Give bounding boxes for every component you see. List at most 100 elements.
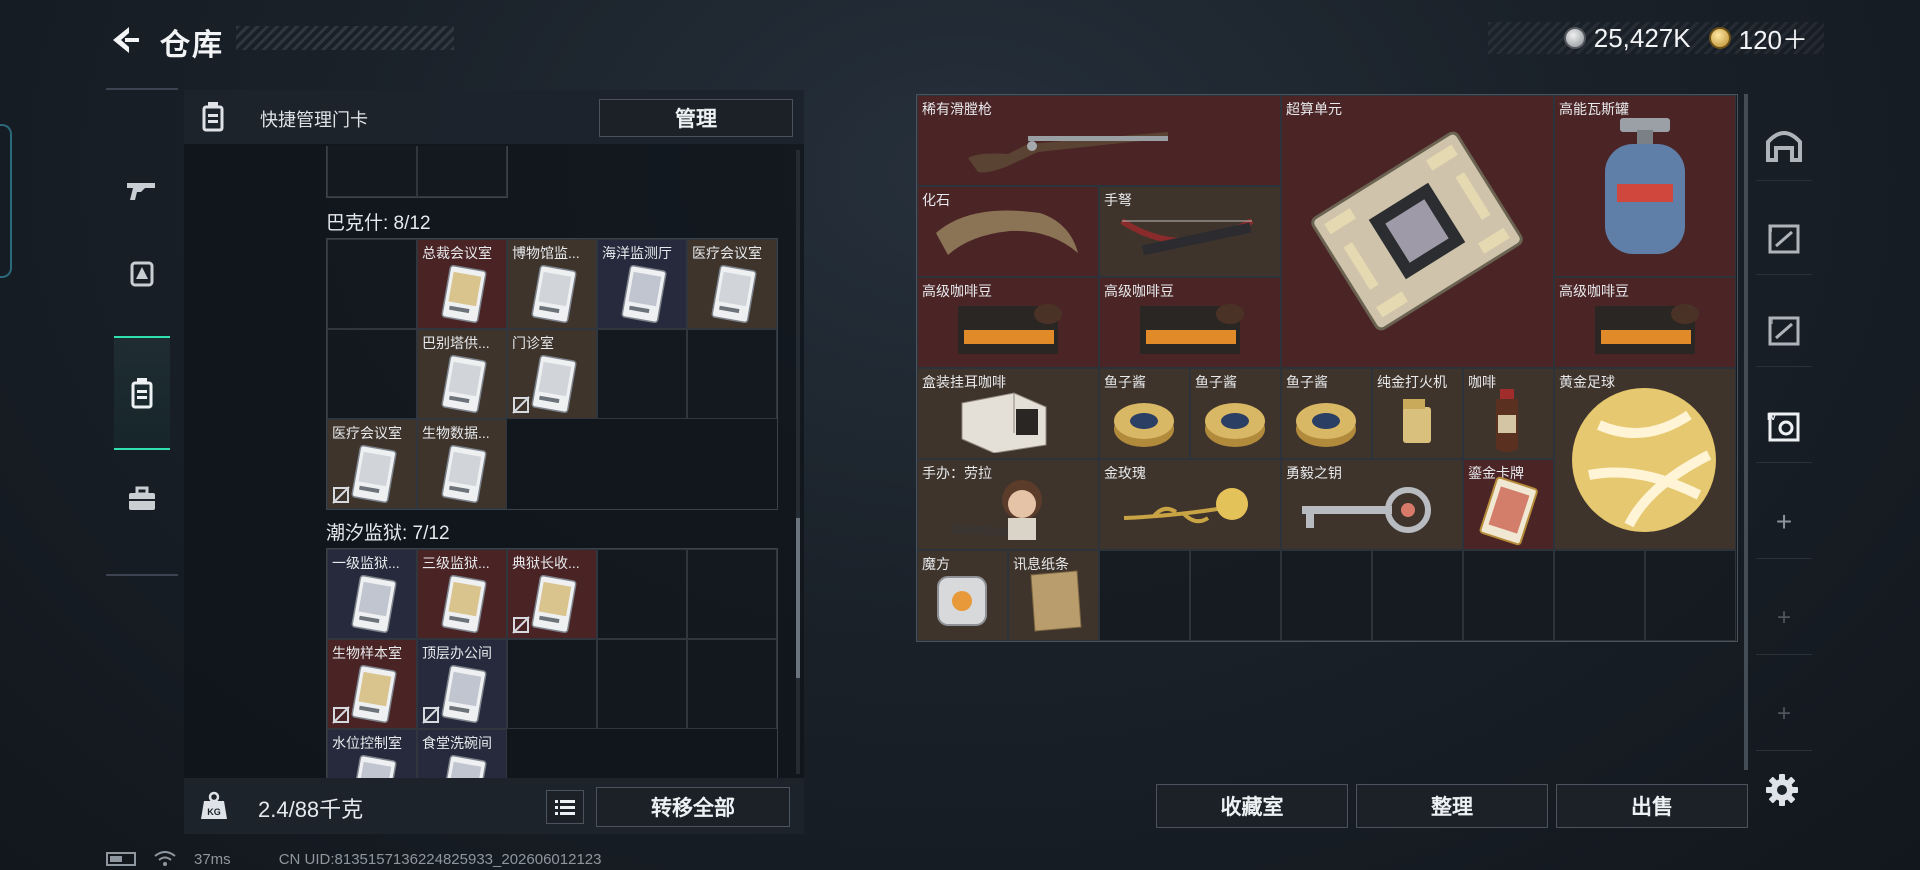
paper-note-icon xyxy=(1030,570,1082,632)
keycard-icon xyxy=(441,574,487,634)
collection-room-button[interactable]: 收藏室 xyxy=(1156,784,1348,828)
keycard-cell[interactable]: 医疗会议室 xyxy=(687,239,777,329)
storage-item[interactable]: 化石 xyxy=(917,186,1099,277)
wifi-icon xyxy=(154,851,176,866)
grid-cell-empty xyxy=(597,549,687,639)
storage-item[interactable]: 金玫瑰 xyxy=(1099,459,1281,550)
keycard-cell[interactable]: 食堂洗碗间 xyxy=(417,729,507,778)
gas-tank-icon xyxy=(1605,118,1685,254)
svg-text:KG: KG xyxy=(207,807,221,817)
keycard-scroll-area[interactable]: 巴克什: 8/12 总裁会议室 博物馆监... 海洋监测厅 医疗会议室 巴别塔供... 门… xyxy=(184,146,804,778)
storage-slot-empty xyxy=(1372,550,1463,641)
coffee-bean-bag-icon xyxy=(1595,304,1699,354)
storage-item[interactable]: 盒装挂耳咖啡 xyxy=(917,368,1099,459)
storage-item[interactable]: 讯息纸条 xyxy=(1008,550,1099,641)
transfer-all-button[interactable]: 转移全部 xyxy=(596,787,790,827)
side-nav-storage-2[interactable]: II xyxy=(1756,294,1812,367)
storage-slot-empty xyxy=(1645,550,1736,641)
keycard-cell[interactable]: 医疗会议室 xyxy=(327,419,417,509)
storage-item[interactable]: 手办：劳拉 xyxy=(917,459,1099,550)
coffee-bean-bag-icon xyxy=(1140,304,1244,354)
group-title-tidal-prison: 潮汐监狱: 7/12 xyxy=(326,523,450,544)
scrollbar-track[interactable] xyxy=(796,150,800,774)
no-transfer-icon xyxy=(422,706,440,724)
storage-item[interactable]: 咖啡 xyxy=(1463,368,1554,459)
storage-item[interactable]: 稀有滑膛枪 xyxy=(917,95,1281,186)
grid-cell-empty xyxy=(507,639,597,729)
storage-item[interactable]: 高能瓦斯罐 xyxy=(1554,95,1736,277)
gear-icon xyxy=(1766,774,1798,806)
grid-cell-empty xyxy=(687,639,777,729)
scrollbar-thumb[interactable] xyxy=(796,518,800,678)
settings-button[interactable] xyxy=(1760,768,1804,812)
side-nav-storage-4[interactable]: IV xyxy=(1756,390,1812,463)
storage-item[interactable]: 高级咖啡豆 xyxy=(1554,277,1736,368)
keycard-panel-header: 快捷管理门卡 管理 xyxy=(184,90,804,144)
storage-item[interactable]: 手弩 xyxy=(1099,186,1281,277)
keycard-cell[interactable]: 巴别塔供... xyxy=(417,329,507,419)
keycard-label: 海洋监测厅 xyxy=(602,245,672,261)
figurine-icon xyxy=(952,480,1042,540)
circuit-board-icon xyxy=(1311,131,1523,331)
keycard-icon xyxy=(441,354,487,414)
group-title-bakesh: 巴克什: 8/12 xyxy=(326,213,431,234)
coffee-bean-bag-icon xyxy=(958,304,1062,354)
cube-icon xyxy=(937,576,987,626)
keycard-cell[interactable]: 典狱长收... xyxy=(507,549,597,639)
keycard-icon xyxy=(351,444,397,504)
storage-item[interactable]: 纯金打火机 xyxy=(1372,368,1463,459)
gold-coin-icon xyxy=(1708,27,1731,49)
storage-2-icon: II xyxy=(1768,316,1800,346)
keycard-cell[interactable]: 生物数据... xyxy=(417,419,507,509)
sort-button[interactable]: 整理 xyxy=(1356,784,1548,828)
keycard-label: 医疗会议室 xyxy=(692,245,762,261)
coffee-box-icon xyxy=(961,392,1047,453)
storage-item[interactable]: 黄金足球 xyxy=(1554,368,1736,550)
svg-text:I: I xyxy=(1770,224,1773,235)
side-nav-storage-1[interactable]: I xyxy=(1756,202,1812,275)
keycard-cell[interactable]: 三级监狱... xyxy=(417,549,507,639)
storage-item[interactable]: 鎏金卡牌 xyxy=(1463,459,1554,550)
gold-currency-value[interactable]: 120＋ xyxy=(1739,20,1808,57)
storage-item[interactable]: 高级咖啡豆 xyxy=(917,277,1099,368)
storage-item[interactable]: 鱼子酱 xyxy=(1099,368,1190,459)
keycard-icon xyxy=(711,264,757,324)
list-view-button[interactable] xyxy=(546,790,584,824)
side-nav-vault[interactable] xyxy=(1756,108,1812,181)
storage-item[interactable]: 鱼子酱 xyxy=(1281,368,1372,459)
storage-scrollbar[interactable] xyxy=(1744,94,1748,770)
category-keycards[interactable] xyxy=(114,336,170,450)
storage-item[interactable]: 勇毅之钥 xyxy=(1281,459,1463,550)
keycard-cell[interactable]: 一级监狱... xyxy=(327,549,417,639)
sell-button[interactable]: 出售 xyxy=(1556,784,1748,828)
keycard-icon xyxy=(531,354,577,414)
keycard-icon xyxy=(351,664,397,724)
keycard-cell[interactable]: 顶层办公间 xyxy=(417,639,507,729)
currency-bar: 25,427K 120＋ xyxy=(1488,20,1824,57)
no-transfer-icon xyxy=(332,706,350,724)
storage-item[interactable]: 超算单元 xyxy=(1281,95,1554,368)
keycard-cell[interactable]: 生物样本室 xyxy=(327,639,417,729)
silver-currency-value: 25,427K xyxy=(1593,22,1691,53)
golden-rose-icon xyxy=(1123,488,1248,524)
no-transfer-icon xyxy=(512,396,530,414)
storage-item[interactable]: 鱼子酱 xyxy=(1190,368,1281,459)
keycard-label: 生物数据... xyxy=(422,425,490,441)
keycard-cell[interactable]: 总裁会议室 xyxy=(417,239,507,329)
keycard-cell[interactable]: 海洋监测厅 xyxy=(597,239,687,329)
storage-item[interactable]: 魔方 xyxy=(917,550,1008,641)
keycard-cell[interactable]: 博物馆监... xyxy=(507,239,597,329)
plus-icon: + xyxy=(1776,700,1791,727)
category-equipment[interactable] xyxy=(114,218,170,328)
back-button[interactable] xyxy=(104,20,144,60)
keycard-cell[interactable]: 门诊室 xyxy=(507,329,597,419)
storage-item[interactable]: 高级咖啡豆 xyxy=(1099,277,1281,368)
side-nav-add-storage[interactable]: + xyxy=(1756,486,1812,559)
manage-button[interactable]: 管理 xyxy=(599,99,793,137)
keycard-label: 典狱长收... xyxy=(512,555,580,571)
grid-cell-empty xyxy=(597,639,687,729)
caviar-tin-icon xyxy=(1205,403,1265,447)
keycard-cell[interactable]: 水位控制室 xyxy=(327,729,417,778)
grid-cell-empty xyxy=(327,146,417,197)
category-supplies[interactable] xyxy=(114,444,170,554)
